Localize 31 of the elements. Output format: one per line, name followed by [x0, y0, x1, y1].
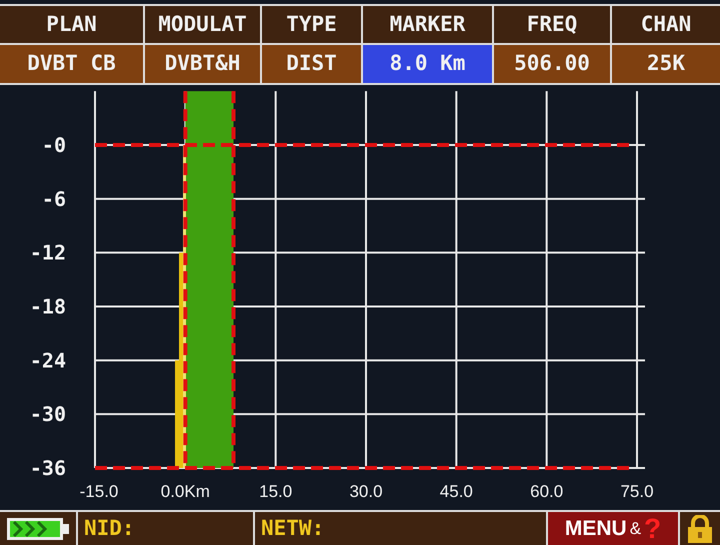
y-axis-label: -12 [30, 240, 66, 265]
x-axis-label: 15.0 [259, 482, 292, 501]
y-axis-label: -0 [42, 133, 66, 157]
column-header: TYPE [262, 6, 361, 43]
parameter-value[interactable]: DIST [262, 45, 361, 83]
column-header: MODULAT [145, 6, 260, 43]
x-axis-label: -15.0 [80, 482, 118, 501]
x-axis-label: 60.0 [530, 482, 564, 501]
parameter-value[interactable]: 506.00 [494, 45, 610, 83]
y-axis-label: -36 [30, 456, 66, 480]
column-header: FREQ [494, 6, 610, 43]
menu-button[interactable]: MENU&? [548, 512, 678, 545]
x-axis-label: 0.0Km [160, 482, 210, 501]
nid-label: NID: [84, 514, 135, 542]
battery-icon [6, 516, 70, 540]
y-axis-label: -18 [30, 294, 66, 318]
x-axis-label: 75.0 [620, 482, 654, 501]
network-label: NETW: [261, 514, 324, 542]
parameter-value[interactable]: DVBT&H [145, 45, 260, 83]
column-header: PLAN [0, 6, 143, 43]
y-axis-label: -6 [42, 186, 66, 211]
y-axis-label: -24 [30, 348, 66, 372]
x-axis-label: 45.0 [440, 482, 473, 501]
x-axis-label: 30.0 [349, 482, 383, 501]
y-axis-label: -30 [30, 402, 66, 426]
lock-icon[interactable] [687, 514, 713, 542]
column-header: CHAN [612, 6, 720, 43]
parameter-value[interactable]: 25K [612, 45, 720, 83]
column-header: MARKER [363, 6, 492, 43]
parameter-value[interactable]: DVBT CB [0, 45, 143, 83]
parameter-value[interactable]: 8.0 Km [363, 45, 492, 83]
